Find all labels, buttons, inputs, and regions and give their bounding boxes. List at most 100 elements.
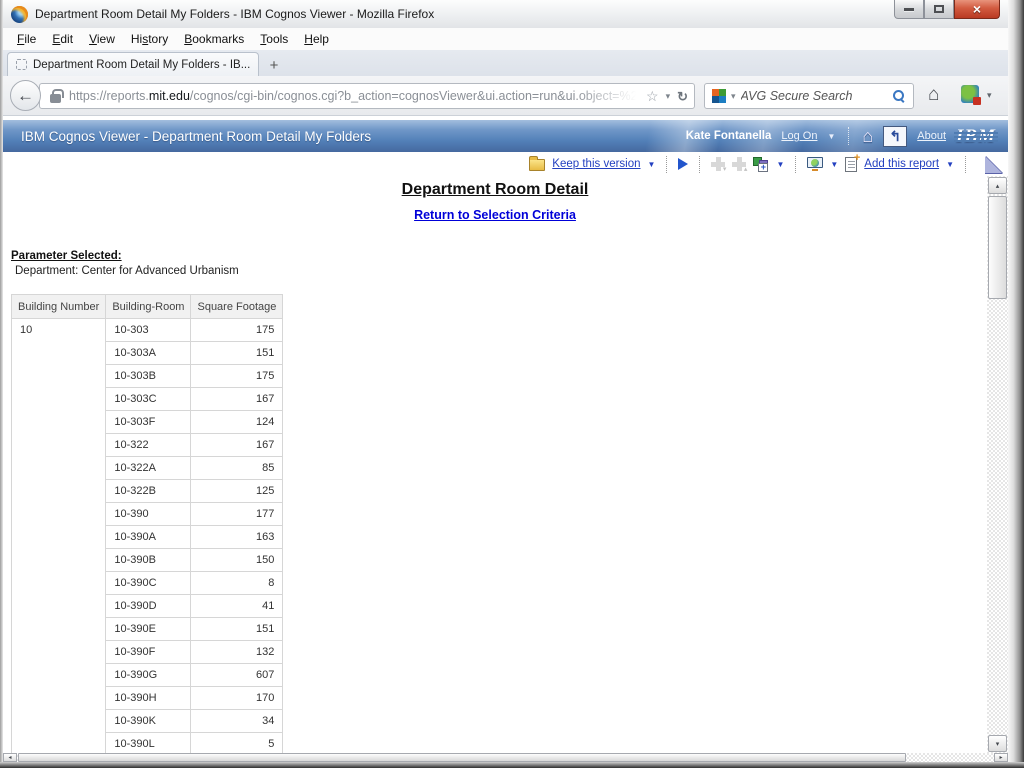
building-room-cell: 10-390H	[105, 686, 192, 710]
parameter-value: Department: Center for Advanced Urbanism	[15, 265, 239, 277]
add-report-link[interactable]: Add this report	[864, 158, 939, 170]
return-to-selection-link[interactable]: Return to Selection Criteria	[3, 208, 987, 222]
url-dropdown-icon[interactable]: ▾	[666, 91, 671, 101]
minimize-icon	[904, 7, 914, 11]
close-icon: ×	[972, 1, 982, 17]
new-tab-button[interactable]: +	[261, 55, 287, 75]
view-format-icon[interactable]	[807, 157, 824, 171]
url-domain: mit.edu	[148, 89, 190, 103]
vertical-scrollbar[interactable]: ▴ ▾	[987, 176, 1008, 753]
building-room-cell: 10-322A	[105, 456, 192, 480]
search-box[interactable]: ▾	[704, 83, 914, 109]
return-icon[interactable]: ↰	[883, 125, 908, 147]
report-content: Department Room Detail Return to Selecti…	[3, 176, 987, 753]
close-button[interactable]: ×	[954, 0, 1000, 19]
parameter-heading: Parameter Selected:	[11, 250, 122, 262]
report-studio-icon[interactable]	[985, 155, 1002, 173]
log-on-link[interactable]: Log On	[781, 130, 817, 142]
menu-help[interactable]: Help	[296, 30, 337, 48]
menu-edit[interactable]: Edit	[44, 30, 81, 48]
tab-label: Department Room Detail My Folders - IB..…	[33, 58, 250, 71]
building-room-cell: 10-390L	[105, 732, 192, 753]
square-footage-cell: 8	[190, 571, 284, 595]
window-title: Department Room Detail My Folders - IBM …	[35, 7, 435, 21]
scroll-right-icon[interactable]: ▸	[994, 753, 1008, 762]
firefox-icon	[11, 5, 28, 23]
keep-version-icon[interactable]	[529, 156, 546, 171]
scroll-down-icon[interactable]: ▾	[988, 735, 1007, 752]
building-room-cell: 10-322B	[105, 479, 192, 503]
separator	[666, 155, 668, 173]
square-footage-cell: 177	[190, 502, 284, 526]
minimize-button[interactable]	[894, 0, 924, 19]
building-room-cell: 10-390	[105, 502, 192, 526]
cognos-title: IBM Cognos Viewer - Department Room Deta…	[21, 128, 372, 144]
table-row: 10 10-303 175	[10, 318, 284, 753]
lock-icon[interactable]	[50, 88, 64, 103]
maximize-button[interactable]	[924, 0, 954, 19]
search-magnifier-icon[interactable]	[892, 89, 906, 103]
search-input[interactable]	[740, 89, 887, 103]
building-room-cell: 10-303	[105, 318, 192, 342]
avg-search-icon[interactable]	[712, 89, 726, 103]
cognos-header-bar: IBM Cognos Viewer - Department Room Deta…	[3, 120, 1008, 152]
title-bar[interactable]: Department Room Detail My Folders - IBM …	[3, 0, 1008, 28]
building-room-cell: 10-390K	[105, 709, 192, 733]
menu-bookmarks[interactable]: Bookmarks	[176, 30, 252, 48]
vertical-scroll-thumb[interactable]	[988, 196, 1007, 299]
add-report-icon[interactable]	[845, 152, 860, 172]
scroll-up-icon[interactable]: ▴	[988, 177, 1007, 194]
search-engine-dropdown-icon[interactable]: ▾	[731, 91, 736, 101]
view-format-caret-icon[interactable]: ▼	[830, 160, 838, 169]
building-room-cell: 10-303A	[105, 341, 192, 365]
drill-up-icon: ▴	[732, 157, 747, 173]
square-footage-cell: 607	[190, 663, 284, 687]
horizontal-scrollbar[interactable]: ◂ ▸	[3, 753, 1008, 762]
menu-history[interactable]: History	[123, 30, 176, 48]
square-footage-cell: 175	[190, 364, 284, 388]
square-footage-cell: 150	[190, 548, 284, 572]
user-name: Kate Fontanella	[685, 130, 772, 142]
maximize-icon	[934, 5, 944, 13]
toolbar-overflow-icon[interactable]: ▾	[987, 90, 992, 101]
room-detail-table: Building Number Building-Room Square Foo…	[10, 294, 284, 753]
square-footage-cell: 124	[190, 410, 284, 434]
log-on-caret-icon[interactable]: ▼	[827, 132, 835, 141]
report-title: Department Room Detail	[401, 181, 589, 198]
tab-favicon	[16, 59, 27, 70]
go-to-related-links-icon[interactable]: +	[753, 156, 769, 172]
add-report-caret-icon[interactable]: ▼	[946, 160, 954, 169]
separator	[795, 155, 797, 173]
menu-tools[interactable]: Tools	[252, 30, 296, 48]
building-room-cell: 10-322	[105, 433, 192, 457]
square-footage-cell: 41	[190, 594, 284, 618]
reload-icon[interactable]: ↻	[677, 90, 688, 103]
menu-file[interactable]: File	[9, 30, 44, 48]
horizontal-scroll-thumb[interactable]	[18, 753, 906, 762]
square-footage-cell: 132	[190, 640, 284, 664]
pdf-converter-icon[interactable]	[961, 85, 979, 103]
bookmark-star-icon[interactable]: ☆	[646, 89, 659, 103]
report-toolbar: Keep this version ▼ ▾ ▴ + ▼ ▼ Add this r…	[3, 152, 1008, 176]
tab-department-room-detail[interactable]: Department Room Detail My Folders - IB..…	[7, 52, 259, 76]
header-building-number: Building Number	[10, 294, 107, 319]
building-room-cell: 10-390B	[105, 548, 192, 572]
cognos-home-icon[interactable]: ⌂	[862, 127, 873, 145]
menu-view[interactable]: View	[81, 30, 123, 48]
keep-version-caret-icon[interactable]: ▼	[648, 160, 656, 169]
go-to-caret-icon[interactable]: ▼	[776, 160, 784, 169]
keep-version-link[interactable]: Keep this version	[552, 158, 640, 170]
run-report-icon[interactable]	[678, 158, 689, 170]
browser-home-icon[interactable]: ⌂	[928, 85, 939, 104]
scroll-left-icon[interactable]: ◂	[3, 753, 17, 762]
table-header-row: Building Number Building-Room Square Foo…	[10, 294, 284, 319]
address-bar[interactable]: https://reports.mit.edu/cognos/cgi-bin/c…	[39, 83, 695, 109]
back-button[interactable]: ←	[10, 80, 41, 111]
room-table-body: 10 10-303 175 10-303A 151 10-303B 175 10-303C 16…	[10, 318, 284, 753]
browser-window: Department Room Detail My Folders - IBM …	[0, 0, 1024, 768]
about-link[interactable]: About	[917, 130, 946, 142]
square-footage-cell: 125	[190, 479, 284, 503]
separator	[699, 155, 701, 173]
building-room-cell: 10-390A	[105, 525, 192, 549]
url-text[interactable]: https://reports.mit.edu/cognos/cgi-bin/c…	[69, 89, 642, 103]
